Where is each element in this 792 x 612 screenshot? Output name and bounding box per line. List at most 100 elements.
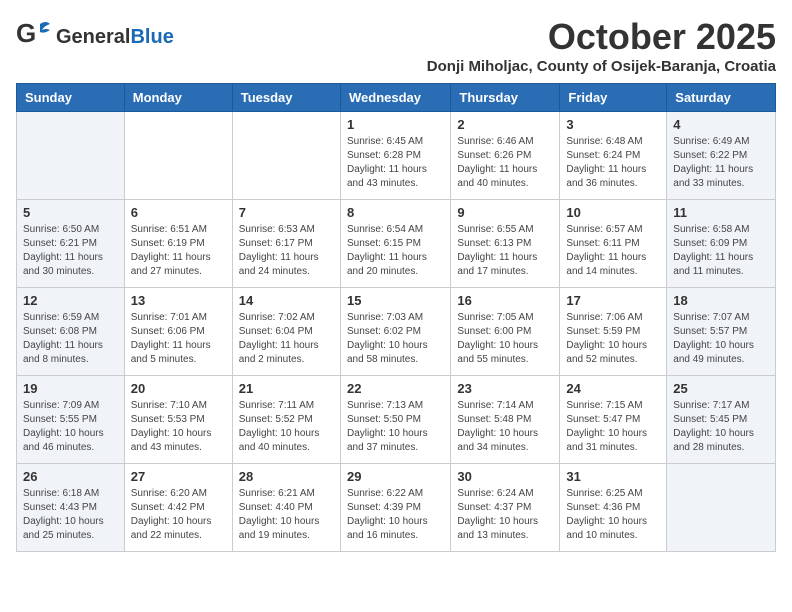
location-subtitle: Donji Miholjac, County of Osijek-Baranja… xyxy=(427,58,776,75)
day-info: Sunrise: 6:48 AMSunset: 6:24 PMDaylight:… xyxy=(566,135,660,191)
day-info: Sunrise: 6:22 AMSunset: 4:39 PMDaylight:… xyxy=(347,487,444,543)
calendar-cell: 8 Sunrise: 6:54 AMSunset: 6:15 PMDaylight… xyxy=(340,200,450,288)
day-number: 31 xyxy=(566,469,660,484)
day-info: Sunrise: 7:02 AMSunset: 6:04 PMDaylight:… xyxy=(239,311,334,367)
day-number: 25 xyxy=(673,381,769,396)
logo-icon: G xyxy=(16,16,52,52)
calendar-cell: 26 Sunrise: 6:18 AMSunset: 4:43 PMDayligh… xyxy=(17,464,125,552)
calendar-cell: 6 Sunrise: 6:51 AMSunset: 6:19 PMDaylight… xyxy=(124,200,232,288)
calendar-cell xyxy=(667,464,776,552)
calendar-cell: 19Sunrise: 7:09 AMSunset: 5:55 PMDayligh… xyxy=(17,376,125,464)
day-number: 11 xyxy=(673,205,769,220)
day-info: Sunrise: 7:14 AMSunset: 5:48 PMDaylight:… xyxy=(457,399,553,455)
day-number: 24 xyxy=(566,381,660,396)
day-number: 3 xyxy=(566,117,660,132)
calendar-cell: 21 Sunrise: 7:11 AMSunset: 5:52 PMDayligh… xyxy=(232,376,340,464)
day-info: Sunrise: 6:45 AMSunset: 6:28 PMDaylight:… xyxy=(347,135,444,191)
day-info: Sunrise: 6:24 AMSunset: 4:37 PMDaylight:… xyxy=(457,487,553,543)
day-number: 27 xyxy=(131,469,226,484)
calendar-cell: 29Sunrise: 6:22 AMSunset: 4:39 PMDayligh… xyxy=(340,464,450,552)
header-friday: Friday xyxy=(560,84,667,112)
calendar-cell: 4Sunrise: 6:49 AMSunset: 6:22 PMDaylight… xyxy=(667,112,776,200)
header-tuesday: Tuesday xyxy=(232,84,340,112)
calendar-cell: 7Sunrise: 6:53 AMSunset: 6:17 PMDaylight… xyxy=(232,200,340,288)
calendar-cell: 18 Sunrise: 7:07 AMSunset: 5:57 PMDayligh… xyxy=(667,288,776,376)
calendar-week-3: 12 Sunrise: 6:59 AMSunset: 6:08 PMDayligh… xyxy=(17,288,776,376)
day-info: Sunrise: 7:05 AMSunset: 6:00 PMDaylight:… xyxy=(457,311,553,367)
day-info: Sunrise: 6:20 AMSunset: 4:42 PMDaylight:… xyxy=(131,487,226,543)
calendar-cell xyxy=(232,112,340,200)
calendar-week-1: 1 Sunrise: 6:45 AMSunset: 6:28 PMDaylight… xyxy=(17,112,776,200)
day-number: 14 xyxy=(239,293,334,308)
day-info: Sunrise: 7:06 AMSunset: 5:59 PMDaylight:… xyxy=(566,311,660,367)
calendar-cell: 31 Sunrise: 6:25 AMSunset: 4:36 PMDayligh… xyxy=(560,464,667,552)
day-number: 19 xyxy=(23,381,118,396)
day-number: 18 xyxy=(673,293,769,308)
calendar-cell: 30 Sunrise: 6:24 AMSunset: 4:37 PMDayligh… xyxy=(451,464,560,552)
calendar-cell: 20 Sunrise: 7:10 AMSunset: 5:53 PMDayligh… xyxy=(124,376,232,464)
day-number: 6 xyxy=(131,205,226,220)
day-number: 1 xyxy=(347,117,444,132)
day-info: Sunrise: 6:57 AMSunset: 6:11 PMDaylight:… xyxy=(566,223,660,279)
day-number: 15 xyxy=(347,293,444,308)
calendar-week-4: 19Sunrise: 7:09 AMSunset: 5:55 PMDayligh… xyxy=(17,376,776,464)
calendar-table: SundayMondayTuesdayWednesdayThursdayFrid… xyxy=(16,83,776,552)
calendar-cell: 9 Sunrise: 6:55 AMSunset: 6:13 PMDaylight… xyxy=(451,200,560,288)
calendar-cell: 12 Sunrise: 6:59 AMSunset: 6:08 PMDayligh… xyxy=(17,288,125,376)
calendar-cell: 23 Sunrise: 7:14 AMSunset: 5:48 PMDayligh… xyxy=(451,376,560,464)
day-info: Sunrise: 6:25 AMSunset: 4:36 PMDaylight:… xyxy=(566,487,660,543)
day-number: 9 xyxy=(457,205,553,220)
calendar-week-2: 5Sunrise: 6:50 AMSunset: 6:21 PMDaylight… xyxy=(17,200,776,288)
day-info: Sunrise: 7:11 AMSunset: 5:52 PMDaylight:… xyxy=(239,399,334,455)
day-number: 26 xyxy=(23,469,118,484)
day-number: 28 xyxy=(239,469,334,484)
calendar-cell: 14 Sunrise: 7:02 AMSunset: 6:04 PMDayligh… xyxy=(232,288,340,376)
day-number: 4 xyxy=(673,117,769,132)
day-info: Sunrise: 6:58 AMSunset: 6:09 PMDaylight:… xyxy=(673,223,769,279)
day-info: Sunrise: 6:54 AMSunset: 6:15 PMDaylight:… xyxy=(347,223,444,279)
header-thursday: Thursday xyxy=(451,84,560,112)
calendar-cell xyxy=(124,112,232,200)
day-number: 2 xyxy=(457,117,553,132)
day-info: Sunrise: 7:10 AMSunset: 5:53 PMDaylight:… xyxy=(131,399,226,455)
day-number: 12 xyxy=(23,293,118,308)
day-info: Sunrise: 6:18 AMSunset: 4:43 PMDaylight:… xyxy=(23,487,118,543)
day-number: 30 xyxy=(457,469,553,484)
day-number: 23 xyxy=(457,381,553,396)
day-number: 8 xyxy=(347,205,444,220)
logo: G GeneralBlue xyxy=(16,16,174,57)
calendar-cell: 15 Sunrise: 7:03 AMSunset: 6:02 PMDayligh… xyxy=(340,288,450,376)
day-number: 21 xyxy=(239,381,334,396)
title-section: October 2025 Donji Miholjac, County of O… xyxy=(427,16,776,75)
day-info: Sunrise: 7:07 AMSunset: 5:57 PMDaylight:… xyxy=(673,311,769,367)
day-info: Sunrise: 6:55 AMSunset: 6:13 PMDaylight:… xyxy=(457,223,553,279)
day-info: Sunrise: 6:21 AMSunset: 4:40 PMDaylight:… xyxy=(239,487,334,543)
calendar-cell xyxy=(17,112,125,200)
month-title: October 2025 xyxy=(427,16,776,58)
day-info: Sunrise: 6:59 AMSunset: 6:08 PMDaylight:… xyxy=(23,311,118,367)
calendar-cell: 25Sunrise: 7:17 AMSunset: 5:45 PMDayligh… xyxy=(667,376,776,464)
day-info: Sunrise: 7:03 AMSunset: 6:02 PMDaylight:… xyxy=(347,311,444,367)
calendar-cell: 3 Sunrise: 6:48 AMSunset: 6:24 PMDaylight… xyxy=(560,112,667,200)
calendar-cell: 13Sunrise: 7:01 AMSunset: 6:06 PMDayligh… xyxy=(124,288,232,376)
day-number: 16 xyxy=(457,293,553,308)
calendar-week-5: 26 Sunrise: 6:18 AMSunset: 4:43 PMDayligh… xyxy=(17,464,776,552)
calendar-cell: 17Sunrise: 7:06 AMSunset: 5:59 PMDayligh… xyxy=(560,288,667,376)
calendar-header-row: SundayMondayTuesdayWednesdayThursdayFrid… xyxy=(17,84,776,112)
calendar-cell: 24Sunrise: 7:15 AMSunset: 5:47 PMDayligh… xyxy=(560,376,667,464)
svg-text:G: G xyxy=(16,18,36,48)
calendar-cell: 16 Sunrise: 7:05 AMSunset: 6:00 PMDayligh… xyxy=(451,288,560,376)
logo-blue: Blue xyxy=(130,26,173,48)
day-info: Sunrise: 6:53 AMSunset: 6:17 PMDaylight:… xyxy=(239,223,334,279)
calendar-cell: 10Sunrise: 6:57 AMSunset: 6:11 PMDayligh… xyxy=(560,200,667,288)
calendar-cell: 5Sunrise: 6:50 AMSunset: 6:21 PMDaylight… xyxy=(17,200,125,288)
calendar-cell: 22 Sunrise: 7:13 AMSunset: 5:50 PMDayligh… xyxy=(340,376,450,464)
calendar-cell: 27 Sunrise: 6:20 AMSunset: 4:42 PMDayligh… xyxy=(124,464,232,552)
day-info: Sunrise: 7:13 AMSunset: 5:50 PMDaylight:… xyxy=(347,399,444,455)
day-number: 20 xyxy=(131,381,226,396)
day-info: Sunrise: 6:51 AMSunset: 6:19 PMDaylight:… xyxy=(131,223,226,279)
logo-general: General xyxy=(56,26,130,48)
page-header: G GeneralBlue October 2025 Donji Miholja… xyxy=(16,16,776,75)
day-number: 22 xyxy=(347,381,444,396)
day-info: Sunrise: 7:01 AMSunset: 6:06 PMDaylight:… xyxy=(131,311,226,367)
